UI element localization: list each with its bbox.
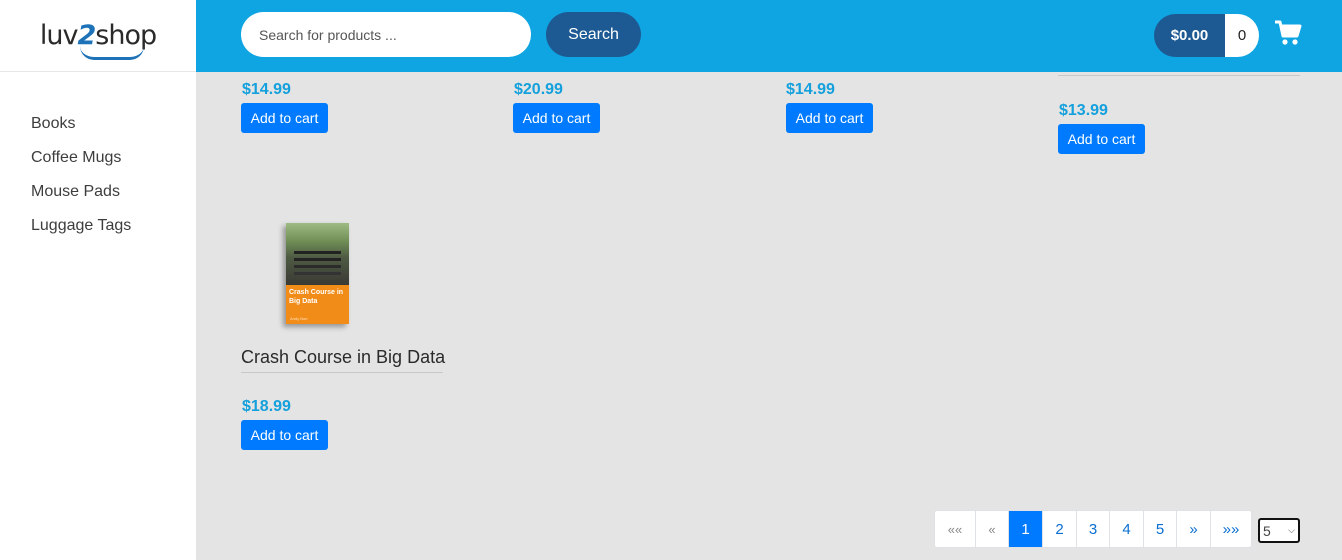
add-to-cart-button[interactable]: Add to cart <box>241 103 328 133</box>
add-to-cart-button[interactable]: Add to cart <box>1058 124 1145 154</box>
pagination-last[interactable]: »» <box>1211 511 1251 547</box>
page-size-select[interactable]: 5 ⌵ <box>1258 518 1300 543</box>
category-link-coffee-mugs[interactable]: Coffee Mugs <box>31 149 196 183</box>
cart-quantity: 0 <box>1225 14 1259 57</box>
pagination-page-5[interactable]: 5 <box>1144 511 1177 547</box>
product-price: $13.99 <box>1059 102 1108 119</box>
shopping-cart-icon[interactable] <box>1274 20 1302 46</box>
logo-swoosh <box>79 46 144 60</box>
search-button[interactable]: Search <box>546 12 641 57</box>
pagination: «« « 1 2 3 4 5 » »» <box>934 510 1252 548</box>
pagination-page-3[interactable]: 3 <box>1077 511 1110 547</box>
product-title-divider <box>241 372 443 373</box>
add-to-cart-button[interactable]: Add to cart <box>786 103 873 133</box>
product-price: $18.99 <box>242 398 291 415</box>
cart-total: $0.00 <box>1154 14 1225 57</box>
product-title[interactable]: Crash Course in Big Data <box>241 347 445 368</box>
category-link-books[interactable]: Books <box>31 115 196 149</box>
product-image[interactable]: Crash Course in Big Data Andy Burr <box>286 223 349 324</box>
product-title-divider <box>1058 75 1300 76</box>
page-size-value: 5 <box>1263 522 1271 539</box>
header: Search $0.00 0 <box>196 0 1342 72</box>
logo-text-prefix: luv <box>39 20 79 51</box>
add-to-cart-button[interactable]: Add to cart <box>513 103 600 133</box>
category-link-mouse-pads[interactable]: Mouse Pads <box>31 183 196 217</box>
pagination-page-1[interactable]: 1 <box>1009 511 1043 547</box>
book-cover-photo <box>286 223 349 285</box>
product-price: $14.99 <box>242 81 291 98</box>
sidebar: luv2shop Books Coffee Mugs Mouse Pads Lu… <box>0 0 196 560</box>
product-price: $20.99 <box>514 81 563 98</box>
cart-status[interactable]: $0.00 0 <box>1154 14 1259 57</box>
category-link-luggage-tags[interactable]: Luggage Tags <box>31 217 196 251</box>
book-cover-title: Crash Course in Big Data <box>289 289 344 305</box>
pagination-first[interactable]: «« <box>935 511 976 547</box>
pagination-next[interactable]: » <box>1177 511 1211 547</box>
product-price: $14.99 <box>786 81 835 98</box>
book-cover-author: Andy Burr <box>290 316 308 321</box>
category-list: Books Coffee Mugs Mouse Pads Luggage Tag… <box>0 72 196 251</box>
pagination-page-2[interactable]: 2 <box>1043 511 1077 547</box>
search-input[interactable] <box>241 12 531 57</box>
pagination-page-4[interactable]: 4 <box>1110 511 1144 547</box>
add-to-cart-button[interactable]: Add to cart <box>241 420 328 450</box>
logo-box: luv2shop <box>0 0 196 72</box>
chevron-down-icon: ⌵ <box>1288 525 1295 535</box>
logo[interactable]: luv2shop <box>39 20 157 60</box>
pagination-previous[interactable]: « <box>976 511 1009 547</box>
